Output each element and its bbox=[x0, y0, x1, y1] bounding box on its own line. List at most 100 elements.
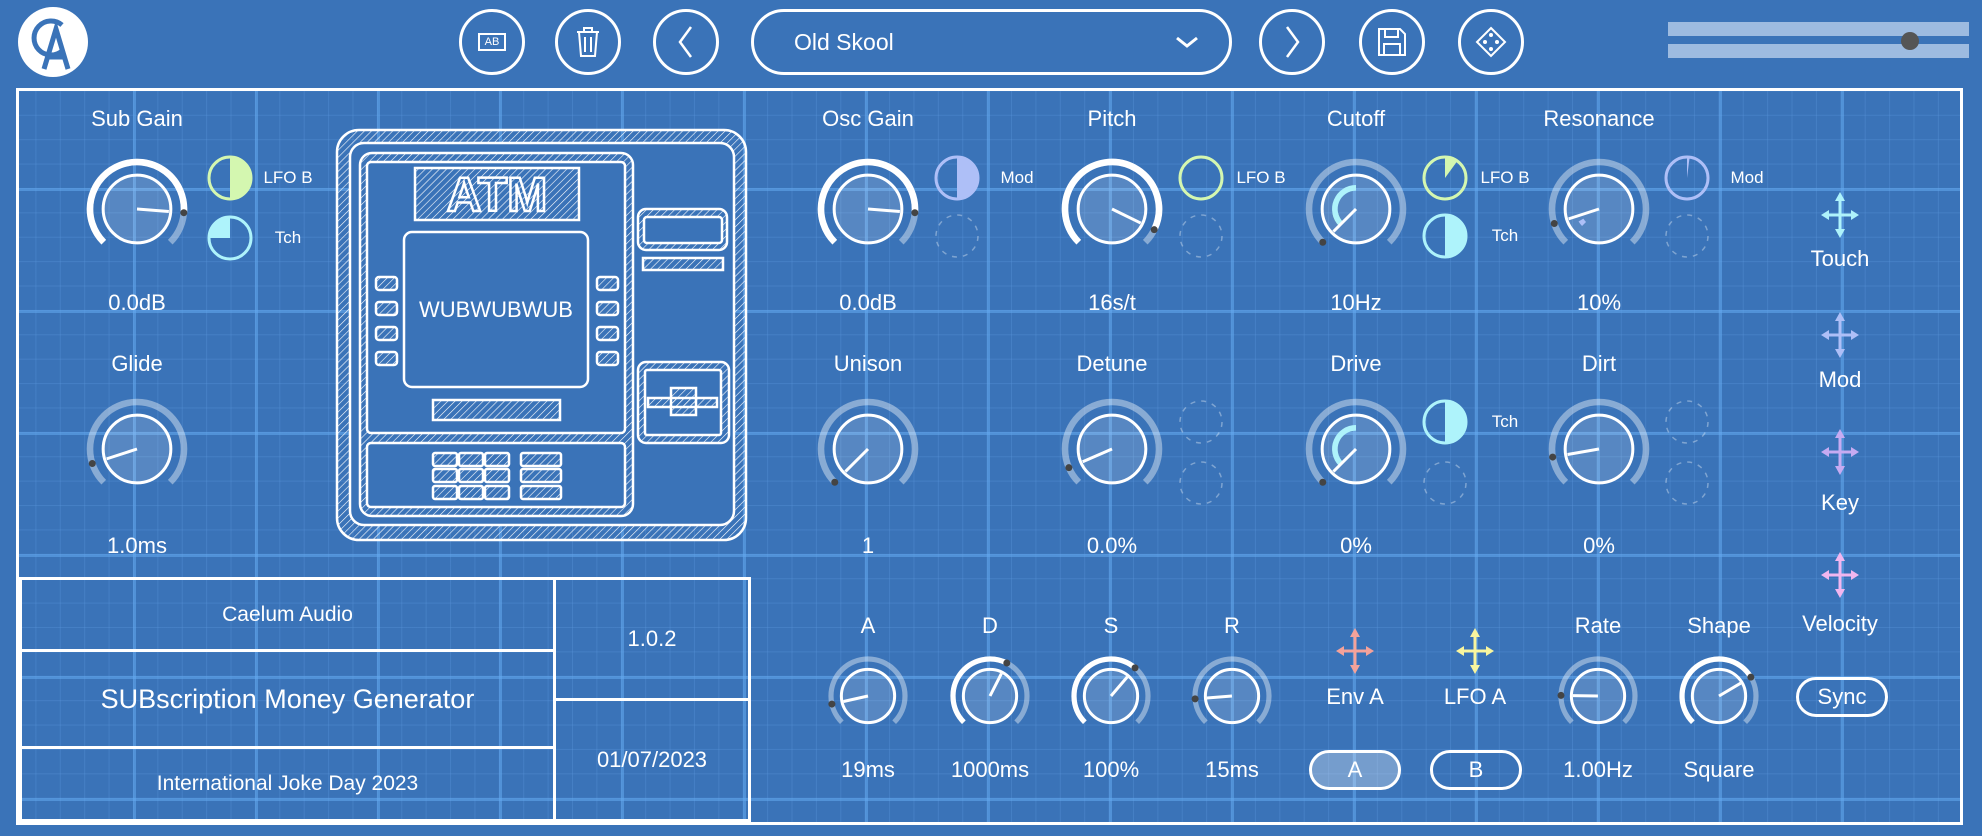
touch-drag-arrows-icon[interactable] bbox=[1815, 190, 1865, 240]
randomize-button[interactable] bbox=[1458, 9, 1524, 75]
mod-slot-label: LFO B bbox=[1236, 168, 1286, 187]
mod-slot-lfo-b[interactable] bbox=[1176, 153, 1226, 203]
empty-mod-slot[interactable] bbox=[1420, 458, 1470, 508]
knob-value: 10Hz bbox=[1330, 290, 1382, 315]
mod-source-label: Mod bbox=[1818, 367, 1862, 392]
mod-amount-wedge bbox=[1445, 215, 1466, 257]
decay-knob[interactable] bbox=[945, 651, 1035, 741]
trash-icon bbox=[577, 27, 599, 57]
unison-knob[interactable] bbox=[813, 394, 923, 504]
sub-gain-knob[interactable] bbox=[82, 154, 192, 264]
mod-slot-touch[interactable] bbox=[1420, 397, 1470, 447]
volume-slider-thumb[interactable] bbox=[1901, 32, 1919, 50]
mod-slot-mod[interactable] bbox=[1662, 153, 1712, 203]
glide-knob[interactable] bbox=[82, 394, 192, 504]
env-a-drag-arrows-icon[interactable] bbox=[1330, 626, 1380, 676]
lfo-shape-knob[interactable] bbox=[1674, 651, 1764, 741]
volume-slider-track-2[interactable] bbox=[1668, 44, 1969, 58]
knob-label: S bbox=[1103, 613, 1119, 638]
release-knob[interactable] bbox=[1187, 651, 1277, 741]
volume-slider-track[interactable] bbox=[1668, 22, 1969, 36]
knob-label: Drive bbox=[1330, 351, 1382, 376]
knob-value: 19ms bbox=[841, 757, 895, 782]
sustain-knob[interactable] bbox=[1066, 651, 1156, 741]
mod-slot-label: LFO B bbox=[263, 168, 313, 187]
empty-mod-slot[interactable] bbox=[1176, 458, 1226, 508]
mod-amount-wedge bbox=[1445, 157, 1458, 178]
atm-title: ATM bbox=[447, 169, 547, 222]
mod-slot-label: Mod bbox=[1730, 168, 1764, 187]
key-source-label: Key bbox=[1821, 490, 1859, 515]
cutoff-knob[interactable] bbox=[1301, 154, 1411, 264]
empty-slot-ring bbox=[1665, 461, 1709, 505]
knob-value-marker bbox=[1557, 691, 1565, 699]
empty-mod-slot[interactable] bbox=[1176, 397, 1226, 447]
empty-mod-slot[interactable] bbox=[932, 211, 982, 261]
ab-compare-button[interactable]: AB bbox=[459, 9, 525, 75]
empty-slot-ring bbox=[935, 214, 979, 258]
empty-mod-slot[interactable] bbox=[1662, 458, 1712, 508]
logo[interactable] bbox=[18, 7, 88, 77]
touch-source-label: Touch bbox=[1810, 246, 1870, 271]
knob-label: R bbox=[1224, 613, 1240, 638]
mod-amount-wedge bbox=[209, 217, 230, 238]
mod-slot-mod[interactable] bbox=[932, 153, 982, 203]
lfo-a-drag-arrows-icon[interactable] bbox=[1450, 626, 1500, 676]
drive-knob[interactable] bbox=[1301, 394, 1411, 504]
previous-preset-button[interactable] bbox=[653, 9, 719, 75]
mod-slot-lfo-b[interactable] bbox=[205, 153, 255, 203]
four-way-arrow bbox=[1821, 312, 1859, 358]
empty-mod-slot[interactable] bbox=[1662, 397, 1712, 447]
mod-slot-label: Mod bbox=[1000, 168, 1034, 187]
velocity-drag-arrows-icon[interactable] bbox=[1815, 550, 1865, 600]
mod-slot-label: LFO B bbox=[1480, 168, 1530, 187]
env-a-tab-button[interactable]: A bbox=[1309, 750, 1401, 790]
save-icon bbox=[1378, 28, 1406, 56]
mod-slot-lfo-b[interactable] bbox=[1420, 153, 1470, 203]
empty-mod-slot[interactable] bbox=[1662, 211, 1712, 261]
mod-drag-arrows-icon[interactable] bbox=[1815, 310, 1865, 360]
product-cell: SUBscription Money Generator bbox=[19, 649, 556, 749]
knob-label: Rate bbox=[1574, 613, 1622, 638]
knob-label: Glide bbox=[111, 351, 163, 376]
pitch-knob[interactable] bbox=[1057, 154, 1167, 264]
preset-dropdown[interactable]: Old Skool bbox=[751, 9, 1232, 75]
knob-value-marker bbox=[828, 700, 836, 708]
lfo-sync-button[interactable]: Sync bbox=[1796, 677, 1888, 717]
lfo-a-source-label: LFO A bbox=[1443, 684, 1507, 709]
knob-label: Pitch bbox=[1087, 106, 1137, 131]
knob-value: 100% bbox=[1082, 757, 1140, 782]
next-preset-button[interactable] bbox=[1259, 9, 1325, 75]
save-preset-button[interactable] bbox=[1359, 9, 1425, 75]
knob-value-marker bbox=[831, 478, 839, 486]
lfo-rate-knob[interactable] bbox=[1553, 651, 1643, 741]
mod-slot-touch[interactable] bbox=[205, 213, 255, 263]
knob-value: 1.0ms bbox=[107, 533, 167, 558]
four-way-arrow bbox=[1821, 192, 1859, 238]
knob-value: 16s/t bbox=[1088, 290, 1136, 315]
key-drag-arrows-icon[interactable] bbox=[1815, 427, 1865, 477]
delete-preset-button[interactable] bbox=[555, 9, 621, 75]
knob-label: Sub Gain bbox=[91, 106, 183, 131]
knob-value: 0.0dB bbox=[108, 290, 166, 315]
mod-slot-touch[interactable] bbox=[1420, 211, 1470, 261]
mod-amount-wedge bbox=[1687, 157, 1690, 178]
knob-value-marker bbox=[1150, 226, 1158, 234]
knob-label: Detune bbox=[1076, 351, 1148, 376]
attack-knob[interactable] bbox=[823, 651, 913, 741]
four-way-arrow bbox=[1821, 552, 1859, 598]
knob-value-marker bbox=[1549, 453, 1557, 461]
four-way-arrow bbox=[1821, 429, 1859, 475]
atm-screen-text: WUBWUBWUB bbox=[419, 297, 573, 322]
knob-value: 1 bbox=[861, 533, 875, 558]
resonance-knob[interactable] bbox=[1544, 154, 1654, 264]
osc-gain-knob[interactable] bbox=[813, 154, 923, 264]
detune-knob[interactable] bbox=[1057, 394, 1167, 504]
four-way-arrow bbox=[1456, 628, 1494, 674]
env-b-tab-button[interactable]: B bbox=[1430, 750, 1522, 790]
empty-mod-slot[interactable] bbox=[1176, 211, 1226, 261]
knob-value-marker bbox=[1550, 220, 1558, 228]
mod-amount-wedge bbox=[1445, 401, 1466, 443]
chevron-down-icon bbox=[1176, 36, 1198, 48]
dirt-knob[interactable] bbox=[1544, 394, 1654, 504]
